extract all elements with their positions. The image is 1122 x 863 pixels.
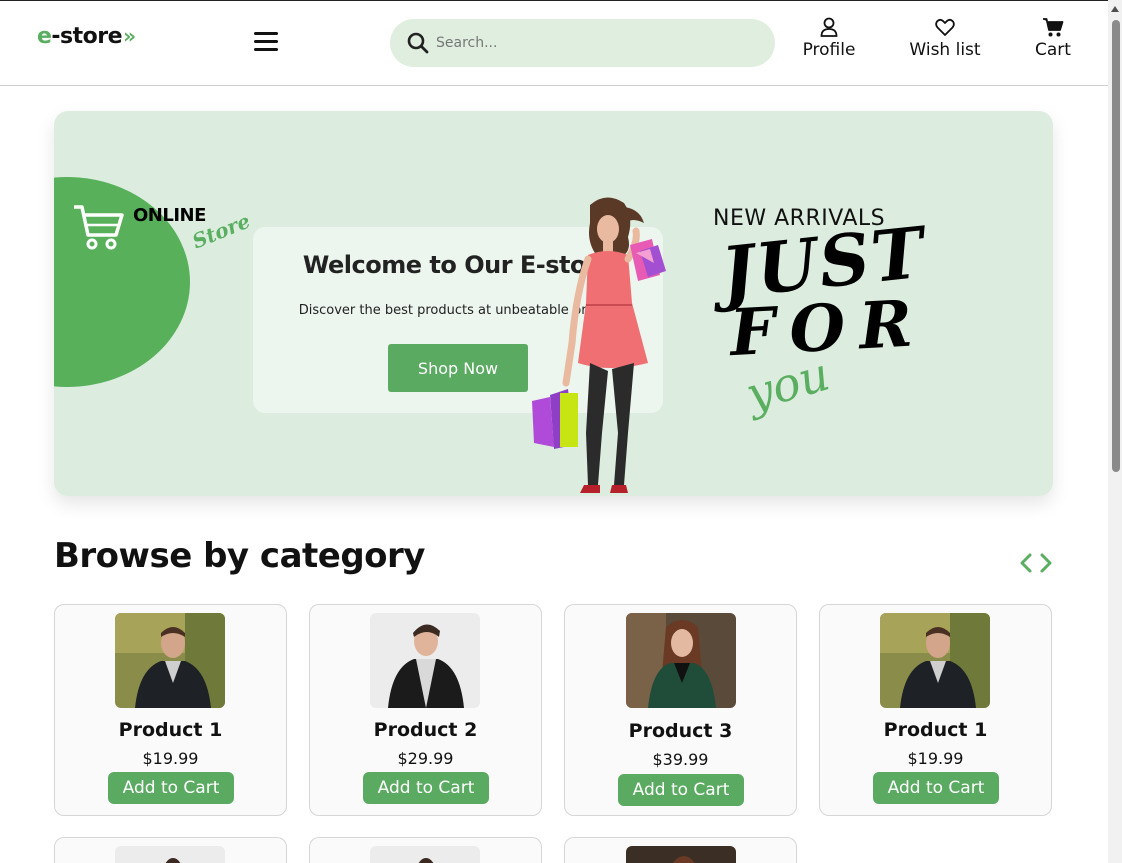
category-title: Browse by category bbox=[54, 536, 425, 576]
product-card: Product 2 $29.99 Add to Cart bbox=[309, 604, 542, 816]
product-card bbox=[54, 837, 287, 863]
header: e-store» Profile Wish list Cart bbox=[0, 1, 1108, 86]
product-image bbox=[370, 613, 480, 708]
product-card: Product 1 $19.99 Add to Cart bbox=[54, 604, 287, 816]
product-name: Product 2 bbox=[373, 719, 478, 741]
product-image bbox=[115, 846, 225, 863]
wishlist-label: Wish list bbox=[909, 40, 981, 60]
scrollbar-thumb[interactable] bbox=[1112, 20, 1120, 472]
add-to-cart-button[interactable]: Add to Cart bbox=[618, 774, 744, 806]
product-image bbox=[880, 613, 990, 708]
brand-online: ONLINE bbox=[133, 205, 206, 226]
logo-chevron: » bbox=[123, 24, 136, 48]
heart-icon bbox=[935, 18, 955, 36]
product-price: $39.99 bbox=[652, 750, 709, 769]
product-price: $19.99 bbox=[142, 749, 199, 768]
logo-prefix: e bbox=[37, 24, 52, 49]
logo[interactable]: e-store» bbox=[37, 24, 136, 49]
add-to-cart-button[interactable]: Add to Cart bbox=[108, 772, 234, 804]
product-card bbox=[309, 837, 542, 863]
product-image bbox=[626, 846, 736, 863]
add-to-cart-button[interactable]: Add to Cart bbox=[873, 772, 999, 804]
wishlist-link[interactable]: Wish list bbox=[907, 16, 983, 60]
category-carousel-arrows bbox=[1018, 551, 1058, 575]
product-image bbox=[626, 613, 736, 708]
profile-label: Profile bbox=[802, 40, 856, 60]
product-name: Product 3 bbox=[628, 720, 733, 742]
product-name: Product 1 bbox=[883, 719, 988, 741]
cart-label: Cart bbox=[1035, 40, 1071, 60]
hero-banner: ONLINE Store Welcome to Our E-store Disc… bbox=[54, 111, 1053, 496]
search-bar[interactable] bbox=[390, 19, 775, 67]
product-price: $29.99 bbox=[397, 749, 454, 768]
product-card bbox=[564, 837, 797, 863]
search-icon bbox=[407, 32, 429, 54]
product-card: Product 3 $39.99 Add to Cart bbox=[564, 604, 797, 816]
cart-link[interactable]: Cart bbox=[1032, 16, 1074, 60]
product-name: Product 1 bbox=[118, 719, 223, 741]
user-icon bbox=[820, 17, 838, 37]
shop-now-button[interactable]: Shop Now bbox=[388, 344, 528, 392]
add-to-cart-button[interactable]: Add to Cart bbox=[363, 772, 489, 804]
product-image bbox=[370, 846, 480, 863]
product-card: Product 1 $19.99 Add to Cart bbox=[819, 604, 1052, 816]
menu-icon[interactable] bbox=[254, 32, 278, 52]
scroll-up-arrow[interactable] bbox=[1111, 6, 1119, 12]
product-price: $19.99 bbox=[907, 749, 964, 768]
for-text: FOR bbox=[728, 285, 929, 372]
store-cart-logo-icon bbox=[74, 205, 124, 250]
logo-text: -store bbox=[51, 24, 123, 49]
cart-icon bbox=[1043, 18, 1064, 37]
product-image bbox=[115, 613, 225, 708]
shopping-woman-image bbox=[532, 197, 666, 493]
chevron-left-icon[interactable] bbox=[1018, 551, 1034, 575]
chevron-right-icon[interactable] bbox=[1038, 551, 1054, 575]
search-input[interactable] bbox=[436, 31, 756, 55]
profile-link[interactable]: Profile bbox=[801, 16, 857, 60]
